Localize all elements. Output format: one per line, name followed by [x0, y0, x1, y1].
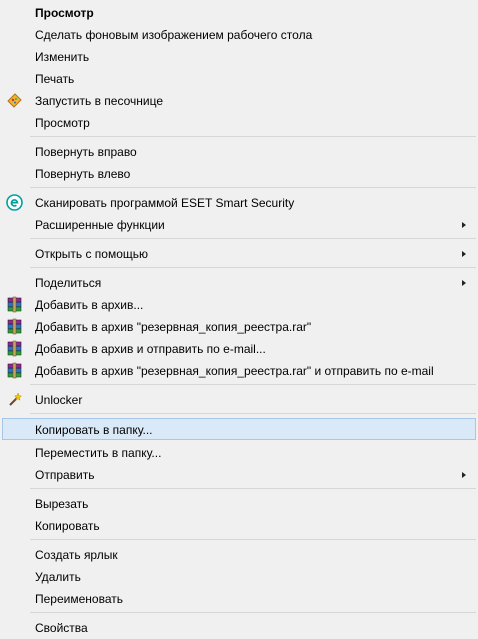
submenu-arrow-icon [462, 251, 466, 257]
menu-item-share[interactable]: Поделиться [2, 271, 476, 293]
submenu-arrow-icon [462, 222, 466, 228]
menu-separator [30, 133, 476, 140]
menu-item-label: Отправить [35, 468, 95, 482]
menu-item-label: Добавить в архив и отправить по e-mail..… [35, 342, 266, 356]
menu-separator [30, 381, 476, 388]
menu-item-advanced-functions[interactable]: Расширенные функции [2, 213, 476, 235]
menu-item-label: Повернуть влево [35, 167, 131, 181]
menu-item-label: Поделиться [35, 276, 102, 290]
menu-item-label: Unlocker [35, 393, 83, 407]
menu-item-label: Добавить в архив "резервная_копия_реестр… [35, 364, 434, 378]
menu-item-create-shortcut[interactable]: Создать ярлык [2, 543, 476, 565]
menu-item-label: Печать [35, 72, 75, 86]
menu-item-label: Создать ярлык [35, 548, 118, 562]
menu-item-rotate-right[interactable]: Повернуть вправо [2, 140, 476, 162]
menu-item-properties[interactable]: Свойства [2, 616, 476, 638]
menu-item-label: Просмотр [35, 6, 94, 20]
menu-item-open-with[interactable]: Открыть с помощью [2, 242, 476, 264]
submenu-arrow-icon [462, 280, 466, 286]
menu-item-run-in-sandbox[interactable]: Запустить в песочнице [2, 89, 476, 111]
menu-separator [30, 536, 476, 543]
menu-item-label: Добавить в архив... [35, 298, 144, 312]
context-menu: Просмотр Сделать фоновым изображением ра… [0, 0, 478, 637]
menu-item-print[interactable]: Печать [2, 67, 476, 89]
menu-item-label: Повернуть вправо [35, 145, 137, 159]
menu-item-preview[interactable]: Просмотр [2, 111, 476, 133]
menu-item-label: Сканировать программой ESET Smart Securi… [35, 196, 295, 210]
menu-item-add-to-named-archive-and-email[interactable]: Добавить в архив "резервная_копия_реестр… [2, 359, 476, 381]
menu-separator [30, 264, 476, 271]
menu-separator [30, 485, 476, 492]
menu-item-label: Открыть с помощью [35, 247, 149, 261]
menu-separator [30, 410, 476, 417]
menu-item-label: Изменить [35, 50, 90, 64]
submenu-arrow-icon [462, 472, 466, 478]
menu-item-cut[interactable]: Вырезать [2, 492, 476, 514]
menu-item-label: Копировать [35, 519, 100, 533]
menu-item-label: Переименовать [35, 592, 123, 606]
sandbox-icon [7, 93, 22, 108]
menu-item-label: Копировать в папку... [35, 423, 153, 437]
menu-item-add-to-named-archive[interactable]: Добавить в архив "резервная_копия_реестр… [2, 315, 476, 337]
winrar-icon [7, 296, 22, 313]
eset-icon [6, 194, 23, 211]
menu-item-label: Добавить в архив "резервная_копия_реестр… [35, 320, 312, 334]
winrar-icon [7, 362, 22, 379]
menu-item-edit[interactable]: Изменить [2, 45, 476, 67]
menu-item-eset-scan[interactable]: Сканировать программой ESET Smart Securi… [2, 191, 476, 213]
menu-item-label: Расширенные функции [35, 218, 165, 232]
unlocker-wand-icon [9, 392, 23, 406]
menu-item-delete[interactable]: Удалить [2, 565, 476, 587]
menu-item-unlocker[interactable]: Unlocker [2, 388, 476, 410]
menu-item-rotate-left[interactable]: Повернуть влево [2, 162, 476, 184]
menu-item-label: Просмотр [35, 116, 90, 130]
winrar-icon [7, 318, 22, 335]
menu-item-copy-to-folder[interactable]: Копировать в папку... [2, 418, 476, 440]
menu-separator [30, 609, 476, 616]
winrar-icon [7, 340, 22, 357]
menu-item-copy[interactable]: Копировать [2, 514, 476, 536]
menu-item-rename[interactable]: Переименовать [2, 587, 476, 609]
menu-item-add-to-archive-and-email[interactable]: Добавить в архив и отправить по e-mail..… [2, 337, 476, 359]
menu-item-move-to-folder[interactable]: Переместить в папку... [2, 441, 476, 463]
menu-item-label: Сделать фоновым изображением рабочего ст… [35, 28, 313, 42]
menu-item-send-to[interactable]: Отправить [2, 463, 476, 485]
menu-item-add-to-archive[interactable]: Добавить в архив... [2, 293, 476, 315]
menu-item-label: Вырезать [35, 497, 89, 511]
menu-separator [30, 235, 476, 242]
menu-item-label: Удалить [35, 570, 81, 584]
menu-item-label: Переместить в папку... [35, 446, 162, 460]
menu-item-set-desktop-background[interactable]: Сделать фоновым изображением рабочего ст… [2, 23, 476, 45]
menu-item-label: Запустить в песочнице [35, 94, 163, 108]
menu-item-preview-default[interactable]: Просмотр [2, 1, 476, 23]
menu-separator [30, 184, 476, 191]
menu-item-label: Свойства [35, 621, 88, 635]
